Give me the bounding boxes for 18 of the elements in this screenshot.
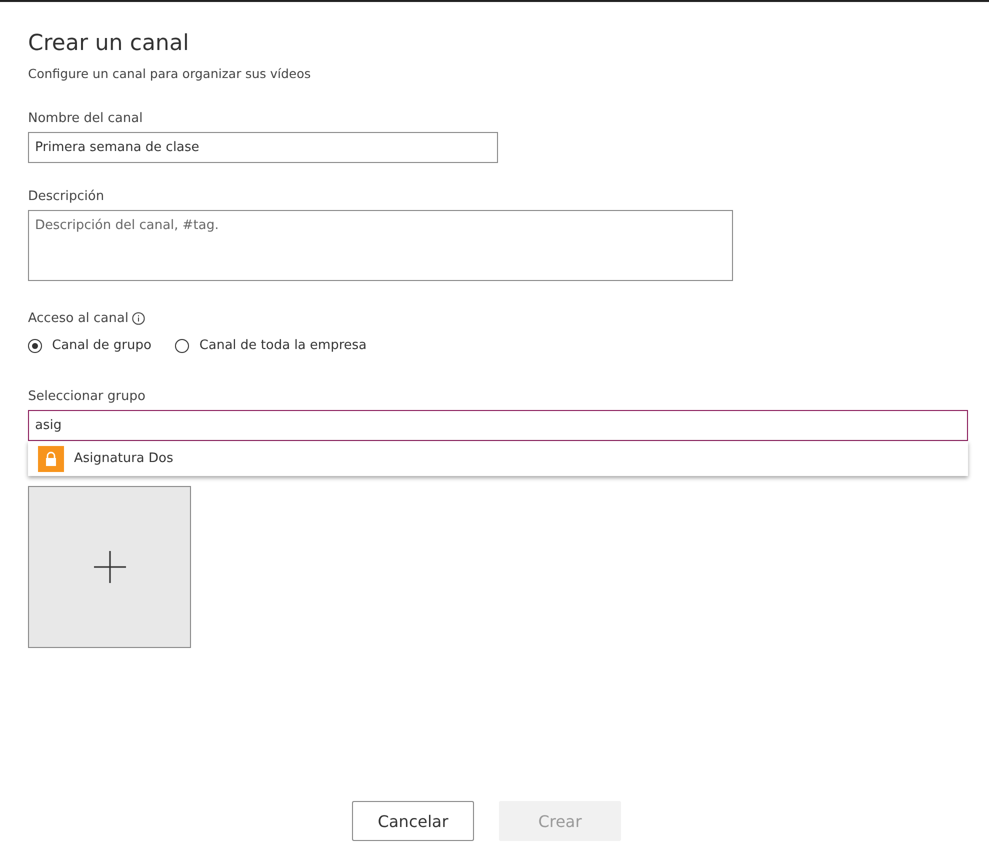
radio-option[interactable]: Canal de grupo	[28, 338, 152, 353]
description-field[interactable]: Descripción del canal, #tag.	[28, 210, 733, 281]
info-icon[interactable]	[132, 312, 146, 325]
field-label: Nombre del canal	[28, 111, 143, 126]
name-field[interactable]: Primera semana de clase	[28, 132, 498, 163]
dialog-button[interactable]: Cancelar	[352, 801, 474, 841]
field-label: Acceso al canal	[28, 311, 128, 326]
plus-icon	[94, 551, 126, 583]
radio-option[interactable]: Canal de toda la empresa	[175, 338, 367, 353]
dialog-subtitle: Configure un canal para organizar sus vídeos	[28, 66, 311, 81]
field-label: Descripción	[28, 189, 104, 204]
field-label: Seleccionar grupo	[28, 389, 146, 404]
dialog-title: Crear un canal	[28, 31, 189, 56]
radio-icon[interactable]	[28, 338, 42, 352]
suggestion-item[interactable]: Asignatura Dos	[28, 441, 968, 476]
image-upload-button[interactable]	[28, 486, 191, 648]
group-search-field[interactable]: asig	[28, 410, 968, 441]
radio-icon[interactable]	[175, 338, 190, 352]
